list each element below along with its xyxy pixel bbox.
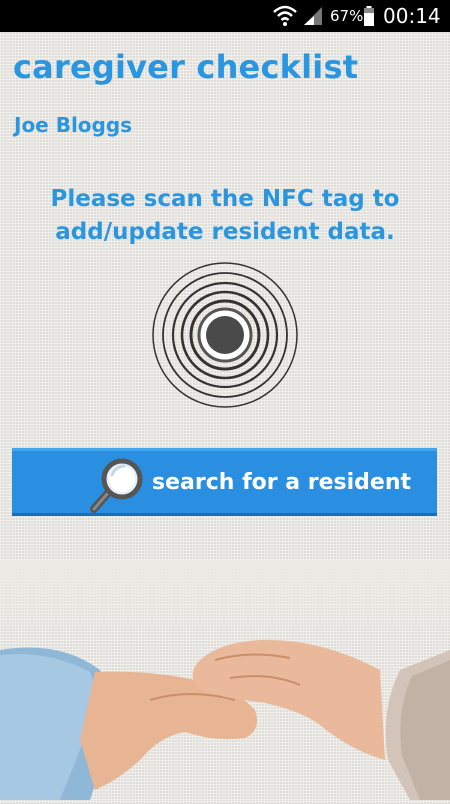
battery-icon <box>363 0 375 32</box>
battery-percent: 67% <box>330 7 364 25</box>
user-name: Joe Bloggs <box>14 113 133 137</box>
cell-signal-icon <box>302 0 324 32</box>
wifi-icon <box>272 0 298 32</box>
magnifier-icon <box>88 457 146 515</box>
app-title: caregiver checklist <box>13 48 359 86</box>
search-button-label: search for a resident <box>152 469 412 495</box>
hands-photo <box>0 560 450 800</box>
search-resident-button[interactable]: search for a resident <box>12 448 437 516</box>
nfc-target-icon <box>150 260 300 410</box>
nfc-instructions: Please scan the NFC tag to add/update re… <box>50 186 400 245</box>
status-bar: 67% 00:14 <box>0 0 450 32</box>
status-time: 00:14 <box>383 4 441 28</box>
